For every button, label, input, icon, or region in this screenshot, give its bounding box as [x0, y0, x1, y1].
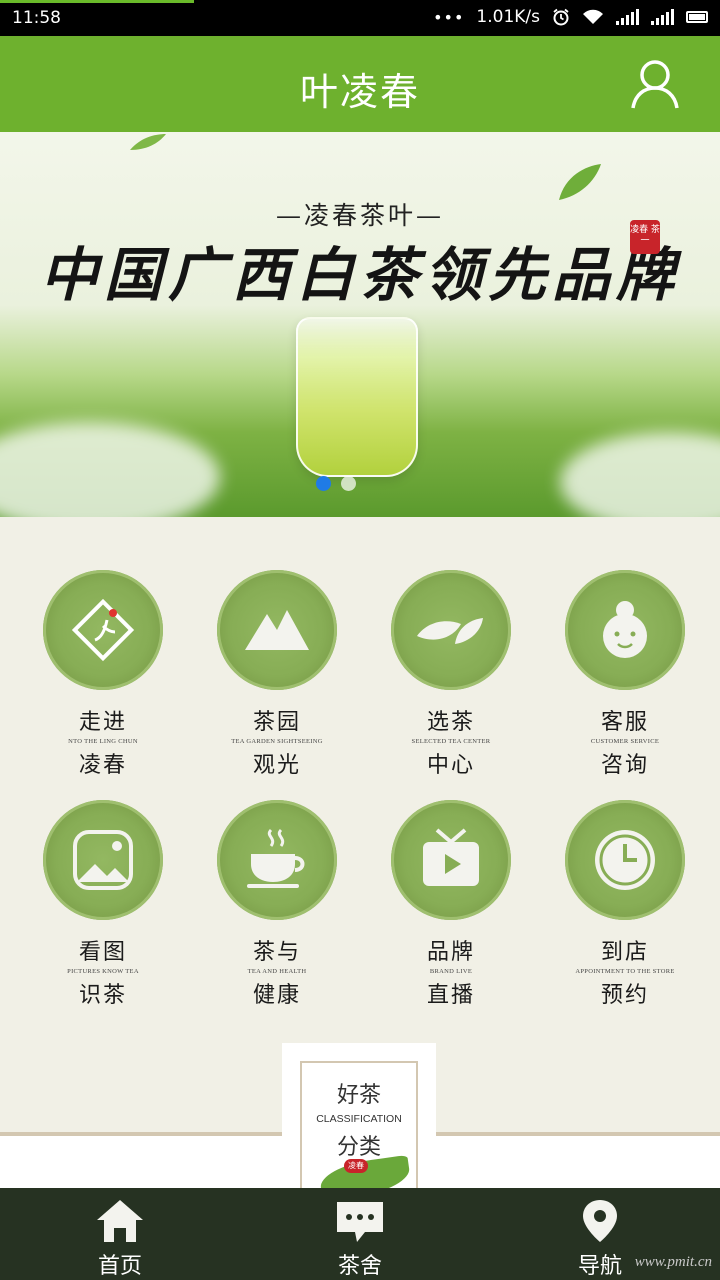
signal-icon-2 [651, 9, 674, 25]
menu-label-en: APPOINTMENT TO THE STORE [575, 968, 675, 975]
menu-label-en: PICTURES KNOW TEA [67, 968, 139, 975]
menu-item-about[interactable]: 走进 NTO THE LING CHUN 凌春 [16, 570, 190, 779]
menu-label-line2: 凌春 [78, 753, 127, 778]
menu-badge [217, 570, 337, 690]
menu-label-line1: 茶与 [252, 940, 301, 965]
picture-icon [73, 830, 133, 890]
menu-item-brand-live[interactable]: 品牌 BRAND LIVE 直播 [364, 800, 538, 1009]
status-bar: 11:58 ••• 1.01K/s [0, 0, 720, 36]
nav-teahouse[interactable]: 茶舍 [240, 1188, 480, 1280]
menu-label-en: BRAND LIVE [429, 968, 473, 975]
app-header: 叶凌春 [0, 36, 720, 132]
banner-mist [0, 422, 220, 517]
status-indicators: ••• 1.01K/s [433, 7, 708, 27]
clock-icon [595, 830, 655, 890]
menu-item-garden[interactable]: 茶园 TEA GARDEN SIGHTSEEING 观光 [190, 570, 364, 779]
menu-label-line1: 茶园 [252, 710, 301, 735]
tea-leaf-icon [417, 618, 483, 644]
menu-label-line1: 走进 [78, 710, 127, 735]
menu-item-appointment[interactable]: 到店 APPOINTMENT TO THE STORE 预约 [538, 800, 712, 1009]
carousel-indicator[interactable] [316, 476, 356, 491]
menu-badge [43, 570, 163, 690]
battery-icon [686, 11, 708, 23]
menu-label-en: TEA AND HEALTH [247, 968, 307, 975]
page-title: 叶凌春 [299, 70, 420, 114]
mountain-icon [245, 610, 309, 650]
watermark-text: www.pmit.cn [634, 1254, 712, 1270]
network-speed: 1.01K/s [476, 7, 540, 27]
menu-badge [43, 800, 163, 920]
wifi-icon [583, 9, 603, 24]
page-load-progress [0, 0, 194, 3]
alarm-icon [553, 8, 569, 26]
menu-badge [391, 570, 511, 690]
nav-teahouse-label: 茶舍 [337, 1254, 382, 1279]
home-icon [97, 1200, 143, 1242]
menu-label-line2: 预约 [600, 983, 649, 1008]
menu-label-line1: 看图 [78, 940, 127, 965]
menu-item-select-tea[interactable]: 选茶 SELECTED TEA CENTER 中心 [364, 570, 538, 779]
menu-label-line1: 客服 [600, 710, 649, 735]
menu-badge [217, 800, 337, 920]
status-time: 11:58 [12, 8, 61, 28]
menu-label-line2: 识茶 [78, 983, 127, 1008]
menu-label-en: SELECTED TEA CENTER [411, 738, 491, 745]
promo-banner[interactable]: —凌春茶叶— 中国广西白茶领先品牌 凌春 茶一 [0, 132, 720, 517]
carousel-dot-active[interactable] [316, 476, 331, 491]
service-person-icon [603, 601, 647, 658]
signal-icon-1 [616, 9, 639, 25]
nav-home-label: 首页 [97, 1254, 142, 1279]
menu-item-tea-health[interactable]: 茶与 TEA AND HEALTH 健康 [190, 800, 364, 1009]
menu-badge [565, 570, 685, 690]
menu-badge [565, 800, 685, 920]
more-notifications-icon: ••• [433, 7, 465, 27]
nav-home[interactable]: 首页 [0, 1188, 240, 1280]
menu-label-en: CUSTOMER SERVICE [590, 738, 660, 745]
classification-title-top: 好茶 [336, 1083, 381, 1108]
menu-label-line2: 咨询 [600, 753, 649, 778]
menu-item-pictures[interactable]: 看图 PICTURES KNOW TEA 识茶 [16, 800, 190, 1009]
tea-cup-icon [247, 828, 305, 888]
bottom-navigation: 首页 茶舍 导航 [0, 1188, 720, 1280]
banner-headline: 中国广西白茶领先品牌 [39, 241, 680, 309]
menu-label-line1: 品牌 [426, 940, 475, 965]
brand-logo-icon [71, 598, 135, 662]
menu-label-en: NTO THE LING CHUN [68, 738, 138, 745]
banner-subtitle: —凌春茶叶— [275, 201, 444, 230]
menu-label-line1: 到店 [600, 940, 649, 965]
menu-label-line2: 观光 [252, 753, 301, 778]
banner-mist [560, 432, 720, 517]
classification-card[interactable]: 好茶 CLASSIFICATION 分类 凌春 [282, 1043, 436, 1202]
menu-label-line2: 直播 [426, 983, 475, 1008]
tv-play-icon [423, 828, 479, 886]
falling-leaf-icon [130, 134, 166, 150]
carousel-dot[interactable] [341, 476, 356, 491]
menu-item-customer-service[interactable]: 客服 CUSTOMER SERVICE 咨询 [538, 570, 712, 779]
menu-label-line2: 健康 [252, 983, 301, 1008]
menu-badge [391, 800, 511, 920]
menu-label-line1: 选茶 [426, 710, 475, 735]
brand-mark: 凌春 [344, 1159, 368, 1173]
chat-icon [337, 1202, 383, 1242]
banner-seal: 凌春 茶一 [630, 220, 660, 254]
menu-label-line2: 中心 [426, 753, 475, 778]
user-icon[interactable] [630, 58, 680, 110]
location-pin-icon [583, 1200, 617, 1242]
tea-glass-image [296, 317, 418, 477]
menu-label-en: TEA GARDEN SIGHTSEEING [231, 738, 323, 745]
classification-english: CLASSIFICATION [316, 1113, 402, 1125]
